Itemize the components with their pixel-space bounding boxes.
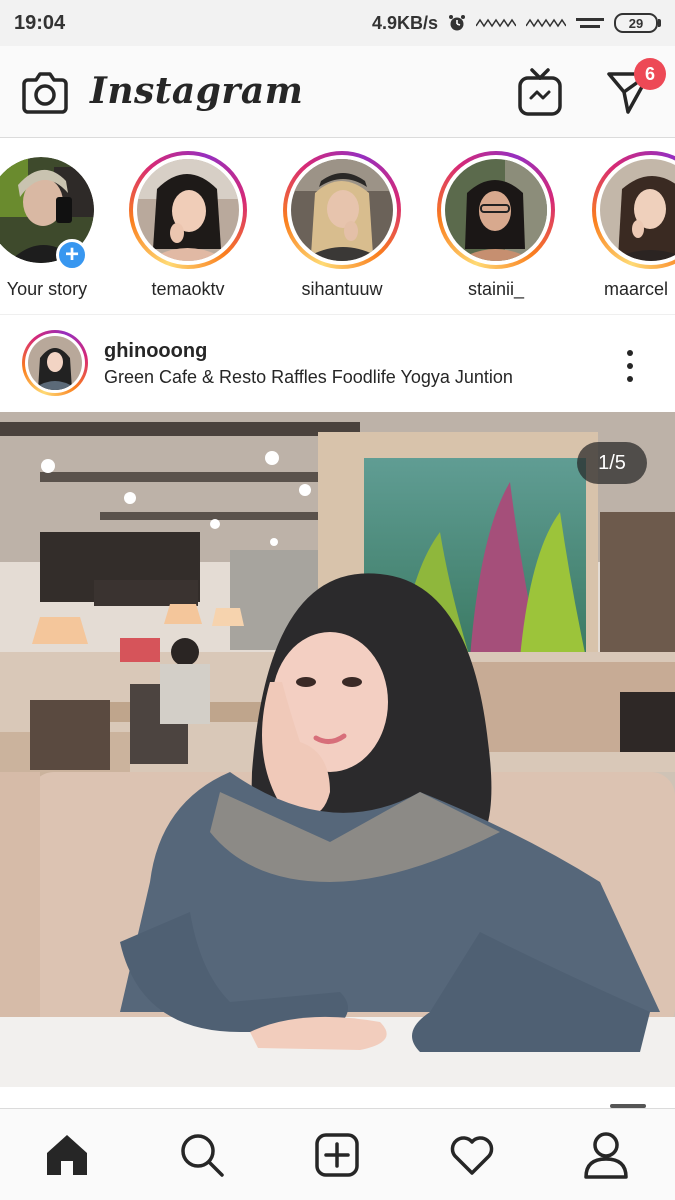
home-icon [47, 1135, 87, 1175]
avatar [445, 159, 547, 261]
battery-icon: 29 [614, 13, 661, 33]
add-story-button[interactable]: + [56, 239, 88, 271]
nav-home[interactable] [41, 1129, 93, 1181]
status-bar: 19:04 4.9KB/s 29 [0, 0, 675, 46]
post-photo[interactable]: 1/5 [0, 412, 675, 1087]
story-username: sihantuuw [301, 279, 383, 299]
story-sihantuuw[interactable]: sihantuuw [277, 151, 407, 301]
story-maarcel[interactable]: maarcel [586, 151, 675, 301]
story-username: Your story [6, 279, 88, 299]
story-username: stainii_ [467, 279, 525, 299]
app-header: Instagram [0, 46, 675, 138]
wifi-icon [576, 18, 604, 28]
avatar [291, 159, 393, 261]
status-indicators: 4.9KB/s 29 [372, 13, 661, 34]
story-username: maarcel [604, 279, 669, 299]
camera-icon[interactable] [22, 70, 68, 114]
post-username[interactable]: ghinooong [104, 340, 207, 363]
signal-icon [526, 18, 566, 28]
search-icon [181, 1134, 224, 1177]
profile-icon [584, 1132, 628, 1179]
signal-icon [476, 18, 516, 28]
post-author-avatar[interactable] [22, 330, 88, 396]
post-header: ghinooong Green Cafe & Resto Raffles Foo… [0, 316, 675, 412]
nav-new-post[interactable] [311, 1129, 363, 1181]
activity-heart-icon [450, 1136, 494, 1175]
story-your-story[interactable]: + Your story [0, 151, 112, 301]
bottom-navigation [0, 1108, 675, 1200]
carousel-page-counter: 1/5 [577, 442, 647, 484]
igtv-icon[interactable] [518, 68, 562, 116]
direct-unread-badge: 6 [634, 58, 666, 90]
alarm-icon [449, 15, 465, 31]
instagram-logo[interactable]: Instagram [90, 70, 303, 112]
nav-activity[interactable] [446, 1129, 498, 1181]
add-post-icon [315, 1133, 359, 1177]
more-options-icon[interactable] [618, 346, 642, 386]
network-speed: 4.9KB/s [371, 12, 438, 33]
avatar [600, 159, 675, 261]
nav-profile[interactable] [580, 1129, 632, 1181]
story-username: temaoktv [151, 279, 225, 299]
stories-tray: + Your story temaoktv sihantuuw stainii_… [0, 139, 675, 315]
avatar [137, 159, 239, 261]
story-stainii[interactable]: stainii_ [431, 151, 561, 301]
status-time: 19:04 [14, 11, 66, 34]
story-temaoktv[interactable]: temaoktv [123, 151, 253, 301]
post-image [0, 412, 675, 1087]
post-location[interactable]: Green Cafe & Resto Raffles Foodlife Yogy… [104, 367, 513, 388]
nav-search[interactable] [176, 1129, 228, 1181]
battery-level: 29 [614, 13, 658, 33]
avatar [28, 336, 82, 390]
